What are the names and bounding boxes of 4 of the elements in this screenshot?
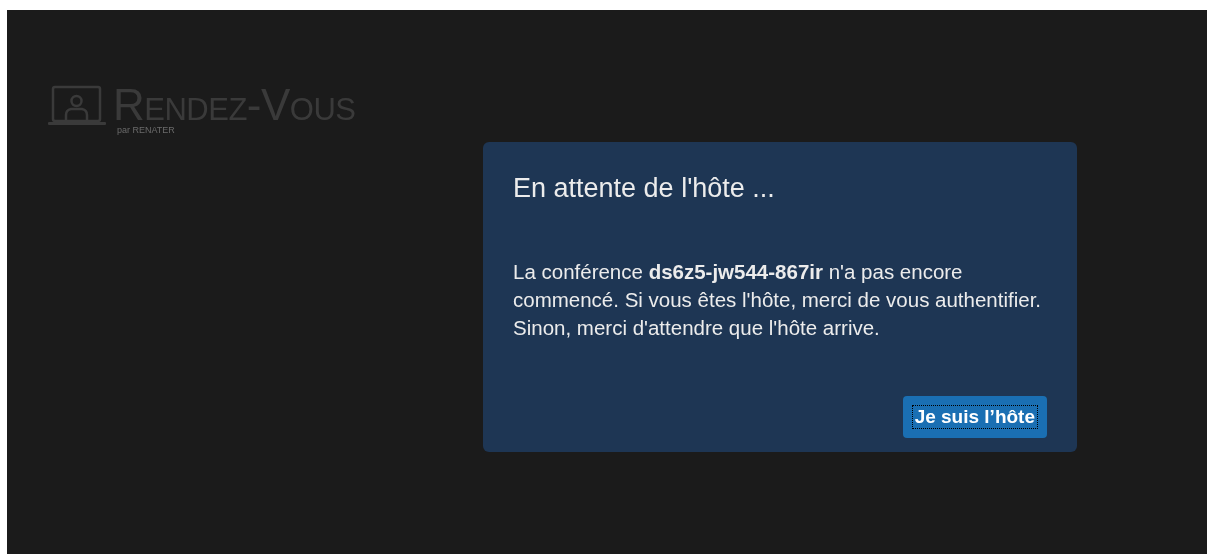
dialog-title: En attente de l'hôte ... [513, 172, 776, 204]
dialog-message: La conférence ds6z5-jw544-867ir n'a pas encore commencé. Si vous êtes l'hôte, merci de vous authentifier. Sinon, merci d'attendre que l'hôte arrive. [513, 259, 1043, 341]
host-button[interactable]: Je suis l’hôte [902, 396, 1047, 438]
logo-tagline: par RENATER [117, 125, 176, 135]
